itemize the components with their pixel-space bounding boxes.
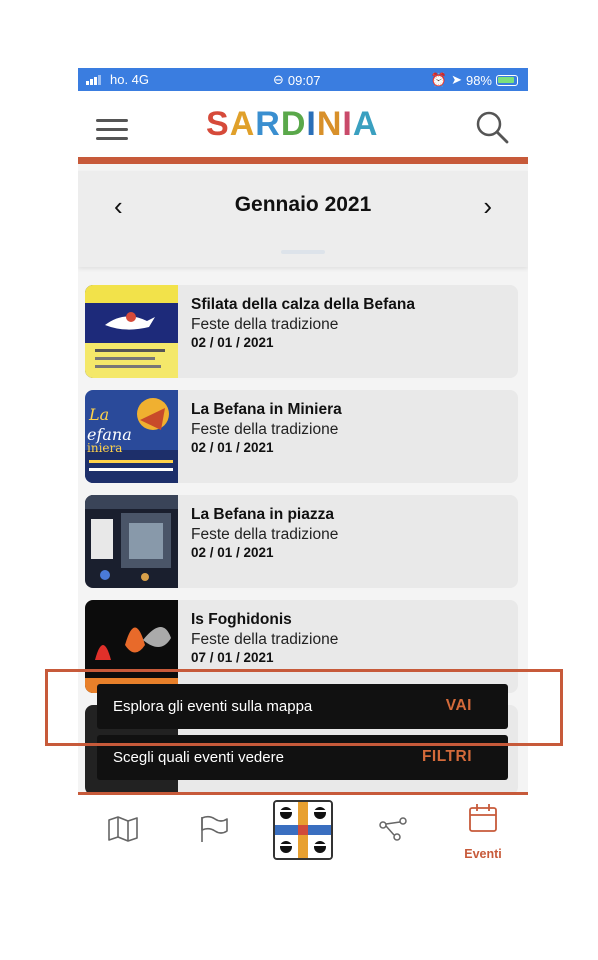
snackbar-message: Esplora gli eventi sulla mappa <box>113 698 313 715</box>
event-title: Sfilata della calza della Befana <box>191 296 415 313</box>
map-icon <box>108 816 138 842</box>
logo-letter: S <box>206 105 230 143</box>
menu-button[interactable] <box>96 117 130 141</box>
snackbar-message: Scegli quali eventi vedere <box>113 749 284 766</box>
tab-events-label: Eventi <box>464 847 502 861</box>
event-thumbnail <box>85 600 178 693</box>
sardinia-flag-tab[interactable] <box>273 800 333 860</box>
battery-icon <box>496 74 518 86</box>
month-title: Gennaio 2021 <box>234 193 372 216</box>
event-title: La Befana in piazza <box>191 506 334 523</box>
logo-letter: I <box>306 105 317 143</box>
tab-places[interactable] <box>168 795 258 868</box>
filtri-button[interactable]: FILTRI <box>422 748 472 766</box>
event-date: 02 / 01 / 2021 <box>191 335 274 350</box>
carrier-label: ho. 4G <box>110 72 150 87</box>
logo-letter: I <box>342 105 353 143</box>
logo-letter: A <box>229 105 256 143</box>
event-card[interactable]: La Befana in piazza Feste della tradizio… <box>85 495 518 588</box>
location-icon: ➤ <box>451 72 462 87</box>
app-screen: ho. 4G ⊖ 09:07 ⏰ ➤ 98% SARDINIA ‹ Gennai… <box>78 68 528 868</box>
bottom-tab-bar: Eventi <box>78 792 528 868</box>
event-category: Feste della tradizione <box>191 421 339 438</box>
flag-icon <box>201 815 228 842</box>
logo-letter: A <box>352 105 379 143</box>
tab-map[interactable] <box>78 795 168 868</box>
svg-text:La: La <box>88 405 109 424</box>
event-date: 07 / 01 / 2021 <box>191 650 274 665</box>
battery-percent: 98% <box>465 72 492 88</box>
event-card[interactable]: La efana iniera La Befana in Miniera Fes… <box>85 390 518 483</box>
event-date: 02 / 01 / 2021 <box>191 545 274 560</box>
status-bar: ho. 4G ⊖ 09:07 ⏰ ➤ 98% <box>78 68 528 91</box>
search-icon <box>476 111 509 144</box>
event-thumbnail <box>85 285 178 378</box>
sardinia-flag-icon <box>275 802 331 858</box>
logo-letter: R <box>255 105 281 143</box>
vai-button[interactable]: VAI <box>446 697 472 715</box>
drag-handle[interactable] <box>281 250 325 254</box>
clock-label: 09:07 <box>287 72 321 88</box>
map-snackbar: Esplora gli eventi sulla mappa VAI <box>97 684 508 729</box>
month-selector: ‹ Gennaio 2021 › <box>78 171 528 267</box>
event-thumbnail: La efana iniera <box>85 390 178 483</box>
app-header: SARDINIA <box>78 91 528 164</box>
event-card[interactable]: Is Foghidonis Feste della tradizione 07 … <box>85 600 518 693</box>
calendar-icon <box>469 804 497 832</box>
event-category: Feste della tradizione <box>191 316 339 333</box>
logo-letter: N <box>316 105 343 143</box>
event-category: Feste della tradizione <box>191 526 339 543</box>
signal-icon <box>86 74 101 85</box>
event-title: Is Foghidonis <box>191 611 292 628</box>
event-thumbnail <box>85 495 178 588</box>
event-category: Feste della tradizione <box>191 631 339 648</box>
tab-events[interactable]: Eventi <box>438 795 528 868</box>
search-button[interactable] <box>474 109 510 145</box>
svg-text:iniera: iniera <box>87 441 122 455</box>
event-card[interactable]: Sfilata della calza della Befana Feste d… <box>85 285 518 378</box>
share-icon <box>379 817 407 841</box>
tab-share[interactable] <box>348 795 438 868</box>
filter-snackbar: Scegli quali eventi vedere FILTRI <box>97 735 508 780</box>
alarm-icon: ⏰ <box>430 72 448 87</box>
event-title: La Befana in Miniera <box>191 401 342 418</box>
logo-letter: D <box>280 105 307 143</box>
sardinia-logo: SARDINIA <box>206 105 378 144</box>
event-date: 02 / 01 / 2021 <box>191 440 274 455</box>
next-month-button[interactable]: › <box>483 191 492 222</box>
link-icon: ⊖ <box>273 72 284 87</box>
